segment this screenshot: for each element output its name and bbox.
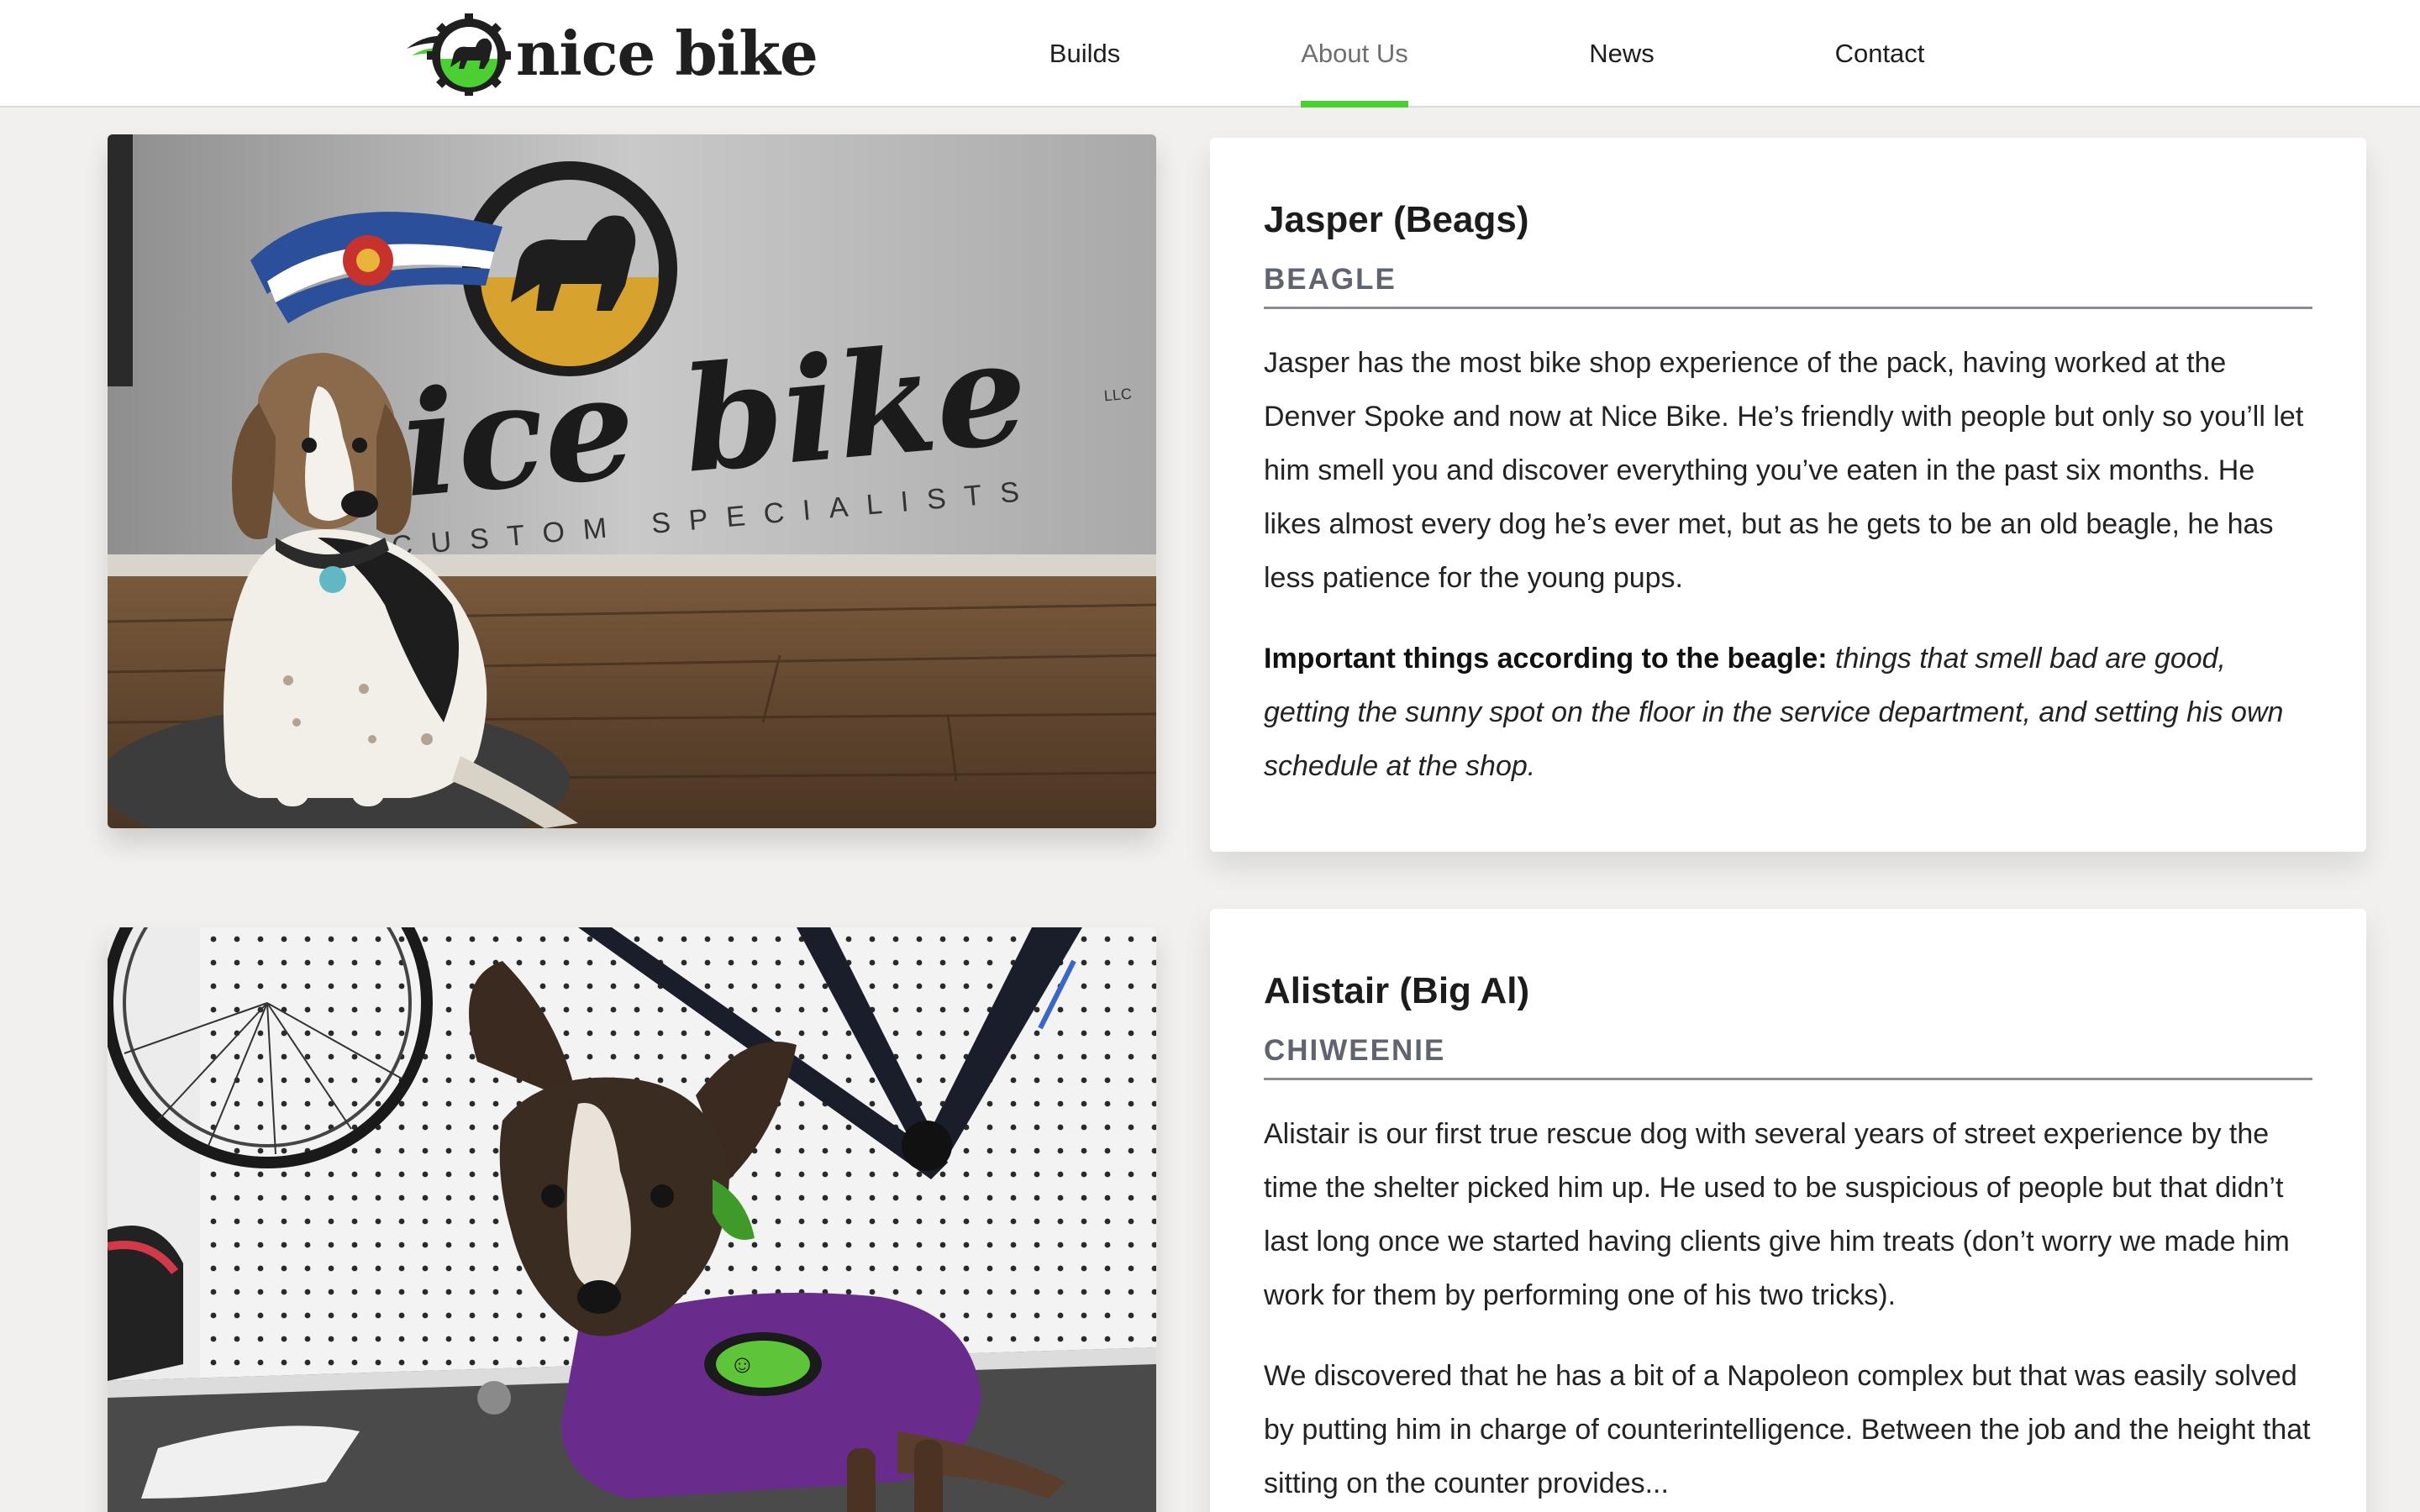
dog-bio: Alistair is our first true rescue dog wi… bbox=[1264, 1117, 2290, 1311]
dog-breed: CHIWEENIE bbox=[1264, 1034, 2312, 1080]
dog-bio-continued: We discovered that he has a bit of a Nap… bbox=[1264, 1359, 2311, 1499]
nav-news[interactable]: News bbox=[1580, 0, 1664, 108]
dog-breed: BEAGLE bbox=[1264, 263, 2312, 309]
main-nav: Builds About Us News Contact bbox=[0, 0, 2420, 108]
svg-text:☺: ☺ bbox=[729, 1351, 755, 1378]
beagle-photo: nice bike LLC CUSTOM SPECIALISTS bbox=[108, 134, 1156, 828]
nav-builds-label: Builds bbox=[1049, 39, 1121, 68]
svg-text:LLC: LLC bbox=[1103, 386, 1133, 405]
nav-news-label: News bbox=[1589, 39, 1655, 68]
dog-card-jasper: Jasper (Beags) BEAGLE Jasper has the mos… bbox=[1210, 138, 2366, 852]
nav-active-indicator bbox=[1301, 101, 1408, 108]
important-label: Important things according to the beagle… bbox=[1264, 642, 1828, 675]
dog-bio: Jasper has the most bike shop experience… bbox=[1264, 346, 2304, 594]
site-header: nice bike Builds About Us News Contact bbox=[0, 0, 2420, 108]
nav-about-us-label: About Us bbox=[1301, 39, 1408, 68]
dog-name: Jasper (Beags) bbox=[1264, 199, 1529, 240]
nav-builds[interactable]: Builds bbox=[1030, 0, 1139, 108]
beagle-photo-image: nice bike LLC CUSTOM SPECIALISTS bbox=[108, 134, 1156, 828]
dog-name: Alistair (Big Al) bbox=[1264, 970, 1530, 1011]
chiweenie-photo-image: ☺ bbox=[108, 927, 1156, 1512]
nav-about-us[interactable]: About Us bbox=[1301, 0, 1408, 108]
dog-card-alistair: Alistair (Big Al) CHIWEENIE Alistair is … bbox=[1210, 909, 2366, 1512]
dog-important-things: Important things according to the beagle… bbox=[1264, 632, 2312, 793]
nav-contact-label: Contact bbox=[1834, 39, 1925, 68]
nav-contact[interactable]: Contact bbox=[1825, 0, 1934, 108]
chiweenie-photo: ☺ bbox=[108, 927, 1156, 1512]
